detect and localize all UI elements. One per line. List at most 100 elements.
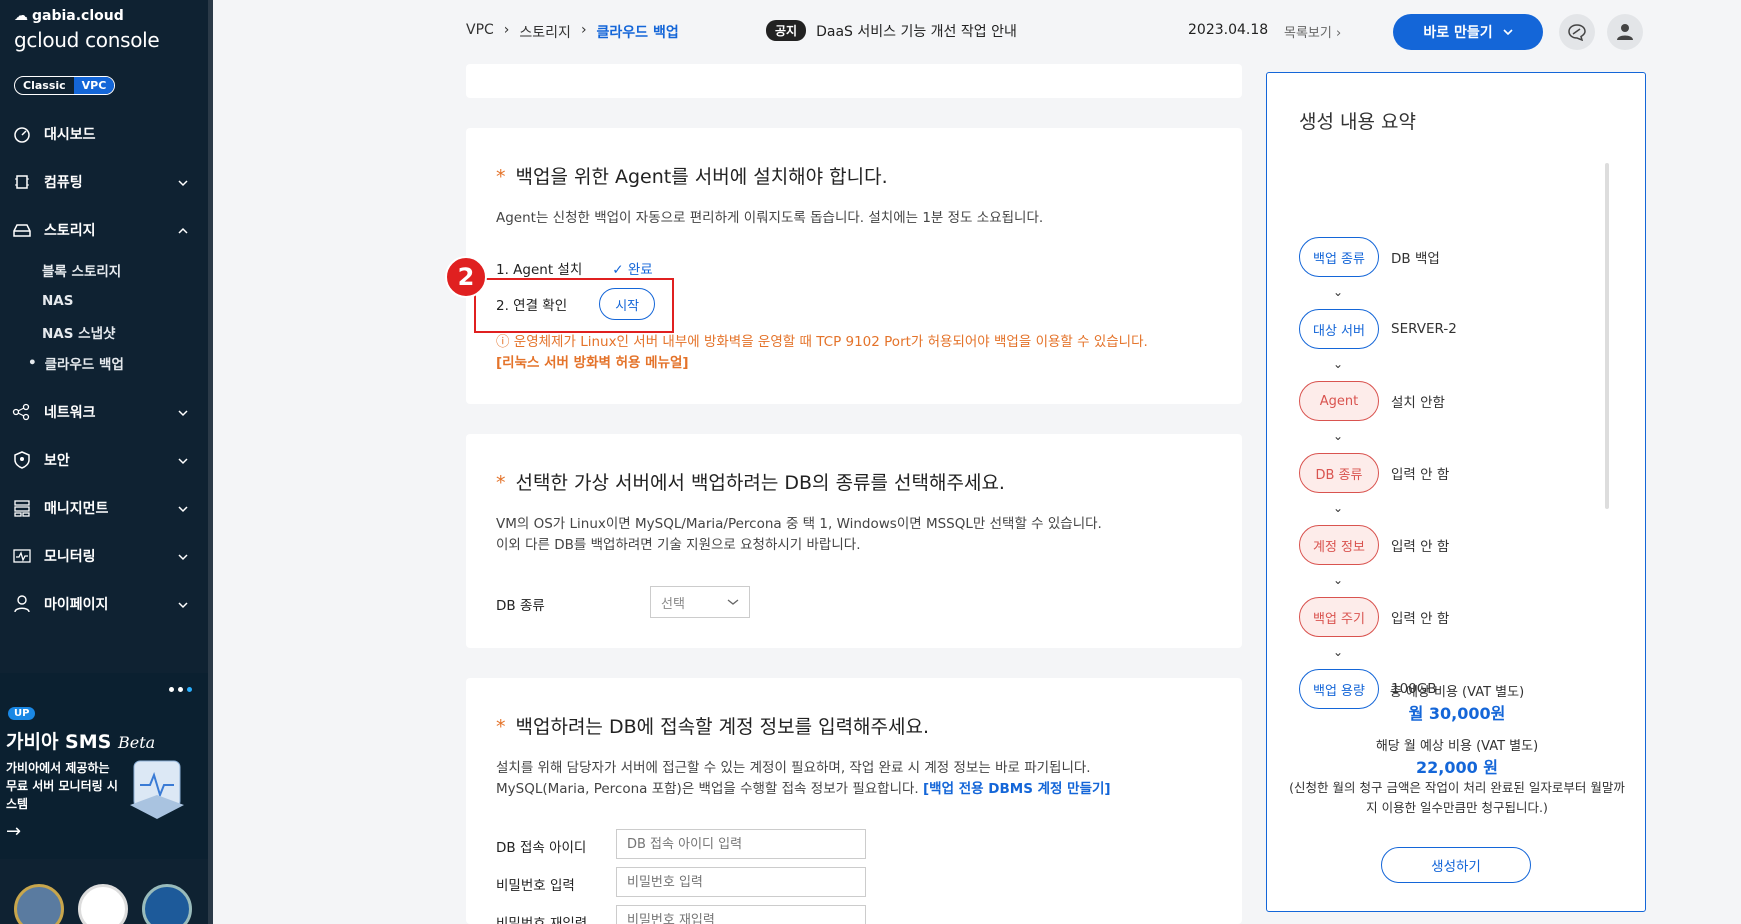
sidebar-subitem-cloud-backup[interactable]: 클라우드 백업: [42, 347, 208, 378]
dbms-account-guide-link[interactable]: [백업 전용 DBMS 계정 만들기]: [923, 781, 1111, 797]
sidebar: ☁ gabia.cloud gcloud console Classic VPC…: [0, 0, 213, 924]
install-done-status: ✓ 완료: [612, 262, 653, 278]
sidebar-nav: 대시보드 컴퓨팅 스토리지 블록 스토리지 NAS NAS 스냅샷 클라우드 백…: [0, 110, 208, 628]
db-type-select[interactable]: 선택: [650, 586, 750, 618]
quick-create-button[interactable]: 바로 만들기: [1393, 14, 1543, 50]
agent-section-card: * 백업을 위한 Agent를 서버에 설치해야 합니다. Agent는 신청한 …: [466, 128, 1242, 404]
promo-title: 가비아 SMS Beta: [6, 731, 156, 753]
monitor-icon: [12, 546, 32, 566]
notice-text[interactable]: DaaS 서비스 기능 개선 작업 안내: [816, 21, 1017, 41]
summary-row-db-type: DB 종류 입력 안 함: [1299, 453, 1449, 493]
db-id-input[interactable]: [616, 829, 866, 859]
chevron-down-icon: [178, 405, 188, 421]
toggle-classic[interactable]: Classic: [15, 77, 74, 94]
sidebar-item-mypage[interactable]: 마이페이지: [0, 580, 208, 628]
summary-row-account-info: 계정 정보 입력 안 함: [1299, 525, 1449, 565]
sidebar-item-storage[interactable]: 스토리지: [0, 206, 208, 254]
sidebar-subitem-block-storage[interactable]: 블록 스토리지: [42, 254, 208, 285]
billing-note: (신청한 월의 청구 금액은 작업이 처리 완료된 일자로부터 월말까지 이용한…: [1289, 780, 1625, 815]
sms-promo-banner[interactable]: UP 가비아 SMS Beta 가비아에서 제공하는 무료 서버 모니터링 시스…: [0, 673, 208, 859]
sidebar-subitem-nas-snapshot[interactable]: NAS 스냅샷: [42, 316, 208, 347]
network-icon: [12, 402, 32, 422]
agent-install-step: 1. Agent 설치 ✓ 완료: [496, 258, 653, 278]
user-icon: [12, 594, 32, 614]
generate-button[interactable]: 생성하기: [1381, 847, 1531, 883]
step-number-badge: 2: [445, 256, 487, 298]
account-section-desc: 설치를 위해 담당자가 서버에 접근할 수 있는 계정이 필요하며, 작업 완료…: [496, 760, 1111, 797]
brand-logo[interactable]: ☁ gabia.cloud gcloud console: [14, 8, 160, 52]
notice-date: 2023.04.18: [1188, 22, 1269, 38]
up-badge: UP: [8, 707, 36, 720]
breadcrumb-storage[interactable]: 스토리지: [519, 22, 571, 42]
server-monitor-illustration-icon: [130, 760, 184, 819]
toggle-vpc[interactable]: VPC: [73, 77, 115, 94]
storage-icon: [12, 220, 32, 240]
linux-firewall-manual-link[interactable]: [리눅스 서버 방화벽 허용 메뉴얼]: [496, 355, 689, 371]
chevron-down-icon: [727, 599, 739, 605]
total-cost-value: 월 30,000원: [1408, 704, 1506, 723]
chip-icon: [12, 172, 32, 192]
db-section-title: * 선택한 가상 서버에서 백업하려는 DB의 종류를 선택해주세요.: [496, 472, 1005, 494]
summary-row-backup-cycle: 백업 주기 입력 안 함: [1299, 597, 1449, 637]
cloud-service-cert-badge: [78, 884, 128, 924]
password-confirm-label: 비밀번호 재입력: [496, 916, 588, 924]
chevron-down-icon: [178, 549, 188, 565]
classic-vpc-toggle[interactable]: Classic VPC: [14, 76, 116, 95]
notice-badge: 공지: [766, 20, 807, 41]
monthly-cost-value: 22,000 원: [1415, 758, 1499, 777]
chevron-down-icon: ⌄: [1333, 501, 1344, 515]
storage-submenu: 블록 스토리지 NAS NAS 스냅샷 클라우드 백업: [0, 254, 208, 378]
sidebar-subitem-nas[interactable]: NAS: [42, 285, 208, 316]
summary-row-agent: Agent 설치 안함: [1299, 381, 1445, 421]
summary-row-backup-type: 백업 종류 DB 백업: [1299, 237, 1440, 277]
db-type-label: DB 종류: [496, 598, 545, 614]
sidebar-item-network[interactable]: 네트워크: [0, 388, 208, 436]
promo-desc: 가비아에서 제공하는 무료 서버 모니터링 시스템: [6, 761, 118, 811]
summary-scrollbar[interactable]: [1605, 163, 1609, 509]
agent-section-title: * 백업을 위한 Agent를 서버에 설치해야 합니다.: [496, 166, 888, 188]
breadcrumb-separator-icon: ›: [503, 22, 510, 38]
cloud-icon: ☁: [14, 8, 28, 24]
db-type-section-card: * 선택한 가상 서버에서 백업하려는 DB의 종류를 선택해주세요. VM의 O…: [466, 434, 1242, 648]
summary-row-target-server: 대상 서버 SERVER-2: [1299, 309, 1457, 349]
chevron-down-icon: [178, 597, 188, 613]
db-section-desc: VM의 OS가 Linux이면 MySQL/Maria/Percona 중 택 …: [496, 516, 1102, 553]
sidebar-item-security[interactable]: 보안: [0, 436, 208, 484]
chevron-up-icon: [178, 223, 188, 239]
chat-icon: [1568, 24, 1586, 41]
sidebar-item-management[interactable]: 매니지먼트: [0, 484, 208, 532]
account-section-title: * 백업하려는 DB에 접속할 계정 정보를 입력해주세요.: [496, 716, 930, 738]
chevron-down-icon: [178, 453, 188, 469]
management-icon: [12, 498, 32, 518]
chevron-down-icon: ⌄: [1333, 429, 1344, 443]
arrow-right-icon[interactable]: →: [6, 821, 21, 842]
chevron-down-icon: [1503, 24, 1513, 40]
password-confirm-input[interactable]: [616, 905, 866, 924]
notice-banner[interactable]: 공지 DaaS 서비스 기능 개선 작업 안내: [766, 20, 1017, 41]
sidebar-item-dashboard[interactable]: 대시보드: [0, 110, 208, 158]
sidebar-scrollbar[interactable]: [208, 0, 213, 924]
notice-list-link[interactable]: 목록보기 ›: [1284, 22, 1341, 41]
account-section-card: * 백업하려는 DB에 접속할 계정 정보를 입력해주세요. 설치를 위해 담당자…: [466, 678, 1242, 924]
top-header: VPC › 스토리지 › 클라우드 백업 공지 DaaS 서비스 기능 개선 작…: [213, 0, 1741, 64]
chevron-down-icon: ⌄: [1333, 645, 1344, 659]
chevron-down-icon: ⌄: [1333, 573, 1344, 587]
profile-button[interactable]: [1607, 14, 1643, 50]
dashboard-icon: [12, 124, 32, 144]
breadcrumb-cloud-backup: 클라우드 백업: [596, 25, 679, 41]
csap-cert-badge: [142, 884, 192, 924]
chevron-down-icon: [178, 175, 188, 191]
breadcrumb-vpc[interactable]: VPC: [466, 22, 494, 42]
monthly-cost: 해당 월 예상 비용 (VAT 별도) 22,000 원 (신청한 월의 청구 …: [1267, 735, 1647, 818]
warning-icon: ⓘ: [496, 334, 510, 350]
breadcrumb: VPC › 스토리지 › 클라우드 백업: [466, 22, 679, 42]
sidebar-item-computing[interactable]: 컴퓨팅: [0, 158, 208, 206]
shield-icon: [12, 450, 32, 470]
firewall-warning: ⓘ 운영체제가 Linux인 서버 내부에 방화벽을 운영할 때 TCP 910…: [496, 334, 1148, 371]
chevron-down-icon: [178, 501, 188, 517]
creation-summary-panel: 생성 내용 요약 백업 종류 DB 백업 ⌄ 대상 서버 SERVER-2 ⌄ …: [1266, 72, 1646, 912]
password-input[interactable]: [616, 867, 866, 897]
chat-button[interactable]: [1559, 14, 1595, 50]
carousel-dots[interactable]: [169, 687, 192, 692]
sidebar-item-monitoring[interactable]: 모니터링: [0, 532, 208, 580]
